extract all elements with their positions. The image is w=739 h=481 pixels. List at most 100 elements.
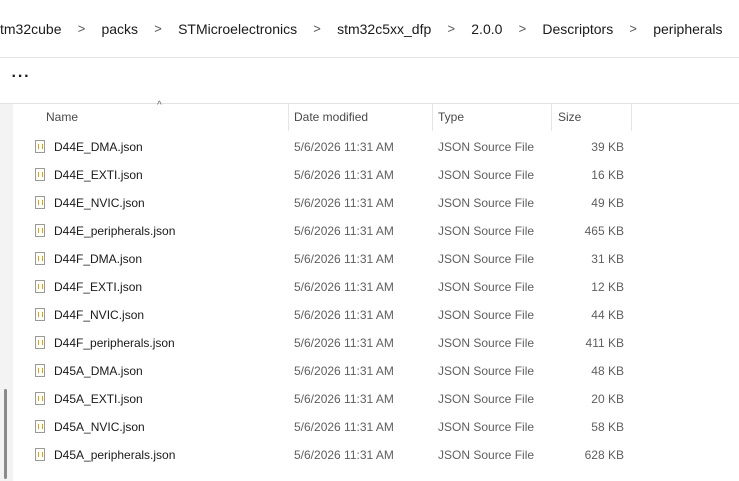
breadcrumb-item-packs[interactable]: packs [101, 21, 138, 37]
file-type: JSON Source File [438, 252, 535, 266]
file-type: JSON Source File [438, 280, 535, 294]
breadcrumb: tm32cube > packs > STMicroelectronics > … [0, 0, 722, 57]
file-size: 16 KB [591, 168, 624, 182]
file-name: D44F_peripherals.json [54, 336, 175, 350]
file-name: D44E_peripherals.json [54, 224, 176, 238]
file-row[interactable]: D45A_EXTI.json 5/6/2026 11:31 AM JSON So… [32, 385, 739, 413]
column-divider[interactable] [631, 104, 632, 131]
file-row[interactable]: D44F_NVIC.json 5/6/2026 11:31 AM JSON So… [32, 301, 739, 329]
file-type: JSON Source File [438, 336, 535, 350]
file-row[interactable]: D44F_EXTI.json 5/6/2026 11:31 AM JSON So… [32, 273, 739, 301]
file-row[interactable]: D45A_DMA.json 5/6/2026 11:31 AM JSON Sou… [32, 357, 739, 385]
file-row[interactable]: D45A_NVIC.json 5/6/2026 11:31 AM JSON So… [32, 413, 739, 441]
json-file-icon [35, 364, 45, 377]
file-name: D44F_DMA.json [54, 252, 143, 266]
file-date-modified: 5/6/2026 11:31 AM [294, 224, 394, 238]
file-name: D44F_NVIC.json [54, 308, 145, 322]
file-date-modified: 5/6/2026 11:31 AM [294, 392, 394, 406]
json-file-icon [35, 280, 45, 293]
file-size: 48 KB [591, 364, 624, 378]
file-size: 628 KB [584, 448, 624, 462]
column-divider[interactable] [288, 104, 289, 131]
chevron-right-icon[interactable]: > [297, 21, 337, 36]
file-name: D44E_NVIC.json [54, 196, 145, 210]
file-date-modified: 5/6/2026 11:31 AM [294, 280, 394, 294]
json-file-icon [35, 224, 45, 237]
file-date-modified: 5/6/2026 11:31 AM [294, 420, 394, 434]
json-file-icon [35, 168, 45, 181]
file-date-modified: 5/6/2026 11:31 AM [294, 308, 394, 322]
file-row[interactable]: D44E_NVIC.json 5/6/2026 11:31 AM JSON So… [32, 189, 739, 217]
breadcrumb-item-peripherals[interactable]: peripherals [653, 21, 722, 37]
file-size: 49 KB [591, 196, 624, 210]
json-file-icon [35, 448, 45, 461]
file-size: 39 KB [591, 140, 624, 154]
json-file-icon [35, 140, 45, 153]
breadcrumb-item-version[interactable]: 2.0.0 [471, 21, 502, 37]
file-type: JSON Source File [438, 196, 535, 210]
json-file-icon [35, 252, 45, 265]
chevron-right-icon[interactable]: > [138, 21, 178, 36]
file-name: D45A_EXTI.json [54, 392, 143, 406]
file-type: JSON Source File [438, 224, 535, 238]
file-date-modified: 5/6/2026 11:31 AM [294, 364, 394, 378]
file-size: 12 KB [591, 280, 624, 294]
file-name: D45A_peripherals.json [54, 448, 176, 462]
file-name: D44F_EXTI.json [54, 280, 143, 294]
file-size: 31 KB [591, 252, 624, 266]
file-type: JSON Source File [438, 308, 535, 322]
file-row[interactable]: D44E_EXTI.json 5/6/2026 11:31 AM JSON So… [32, 161, 739, 189]
json-file-icon [35, 196, 45, 209]
file-name: D45A_NVIC.json [54, 420, 145, 434]
file-date-modified: 5/6/2026 11:31 AM [294, 448, 394, 462]
file-type: JSON Source File [438, 392, 535, 406]
breadcrumb-item-tm32cube[interactable]: tm32cube [0, 21, 61, 37]
file-name: D45A_DMA.json [54, 364, 143, 378]
file-type: JSON Source File [438, 448, 535, 462]
breadcrumb-item-stmicroelectronics[interactable]: STMicroelectronics [178, 21, 297, 37]
file-type: JSON Source File [438, 420, 535, 434]
navigation-pane[interactable] [0, 104, 13, 481]
file-size: 20 KB [591, 392, 624, 406]
file-row[interactable]: D45A_peripherals.json 5/6/2026 11:31 AM … [32, 441, 739, 469]
file-list: D44E_DMA.json 5/6/2026 11:31 AM JSON Sou… [32, 133, 739, 469]
column-header-row: ^ Name Date modified Type Size [32, 100, 739, 131]
file-row[interactable]: D44F_DMA.json 5/6/2026 11:31 AM JSON Sou… [32, 245, 739, 273]
file-size: 465 KB [584, 224, 624, 238]
chevron-right-icon[interactable]: > [613, 21, 653, 36]
column-divider[interactable] [551, 104, 552, 131]
file-date-modified: 5/6/2026 11:31 AM [294, 252, 394, 266]
more-options-icon[interactable]: ··· [10, 66, 32, 88]
file-name: D44E_EXTI.json [54, 168, 143, 182]
breadcrumb-item-descriptors[interactable]: Descriptors [542, 21, 613, 37]
column-divider[interactable] [432, 104, 433, 131]
chevron-right-icon[interactable]: > [431, 21, 471, 36]
json-file-icon [35, 336, 45, 349]
chevron-right-icon[interactable]: > [61, 21, 101, 36]
navigation-pane-scrollbar[interactable] [4, 389, 7, 479]
chevron-right-icon[interactable]: > [502, 21, 542, 36]
column-header-name[interactable]: Name [46, 104, 78, 131]
file-row[interactable]: D44E_peripherals.json 5/6/2026 11:31 AM … [32, 217, 739, 245]
file-row[interactable]: D44E_DMA.json 5/6/2026 11:31 AM JSON Sou… [32, 133, 739, 161]
file-size: 58 KB [591, 420, 624, 434]
column-header-date-modified[interactable]: Date modified [294, 104, 368, 131]
sort-ascending-icon: ^ [157, 100, 162, 111]
file-type: JSON Source File [438, 168, 535, 182]
json-file-icon [35, 420, 45, 433]
address-bar[interactable]: tm32cube > packs > STMicroelectronics > … [0, 0, 739, 58]
file-date-modified: 5/6/2026 11:31 AM [294, 168, 394, 182]
file-type: JSON Source File [438, 364, 535, 378]
file-date-modified: 5/6/2026 11:31 AM [294, 140, 394, 154]
file-size: 44 KB [591, 308, 624, 322]
column-header-type[interactable]: Type [438, 104, 464, 131]
file-row[interactable]: D44F_peripherals.json 5/6/2026 11:31 AM … [32, 329, 739, 357]
json-file-icon [35, 308, 45, 321]
file-date-modified: 5/6/2026 11:31 AM [294, 336, 394, 350]
file-date-modified: 5/6/2026 11:31 AM [294, 196, 394, 210]
column-header-size[interactable]: Size [558, 104, 581, 131]
file-type: JSON Source File [438, 140, 535, 154]
command-bar: ··· [0, 58, 739, 104]
breadcrumb-item-stm32c5xx-dfp[interactable]: stm32c5xx_dfp [337, 21, 431, 37]
file-size: 411 KB [585, 336, 624, 350]
